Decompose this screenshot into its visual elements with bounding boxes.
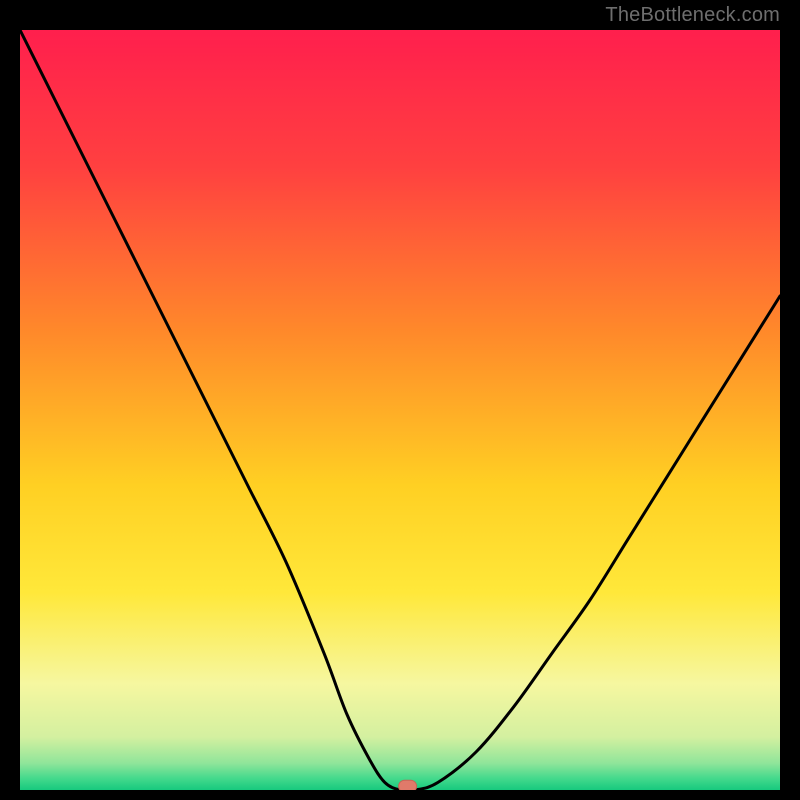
chart-frame: TheBottleneck.com bbox=[0, 0, 800, 800]
plot-area bbox=[20, 30, 780, 790]
watermark-text: TheBottleneck.com bbox=[605, 4, 780, 27]
marker-dot bbox=[399, 780, 417, 790]
gradient-background bbox=[20, 30, 780, 790]
plot-svg bbox=[20, 30, 780, 790]
